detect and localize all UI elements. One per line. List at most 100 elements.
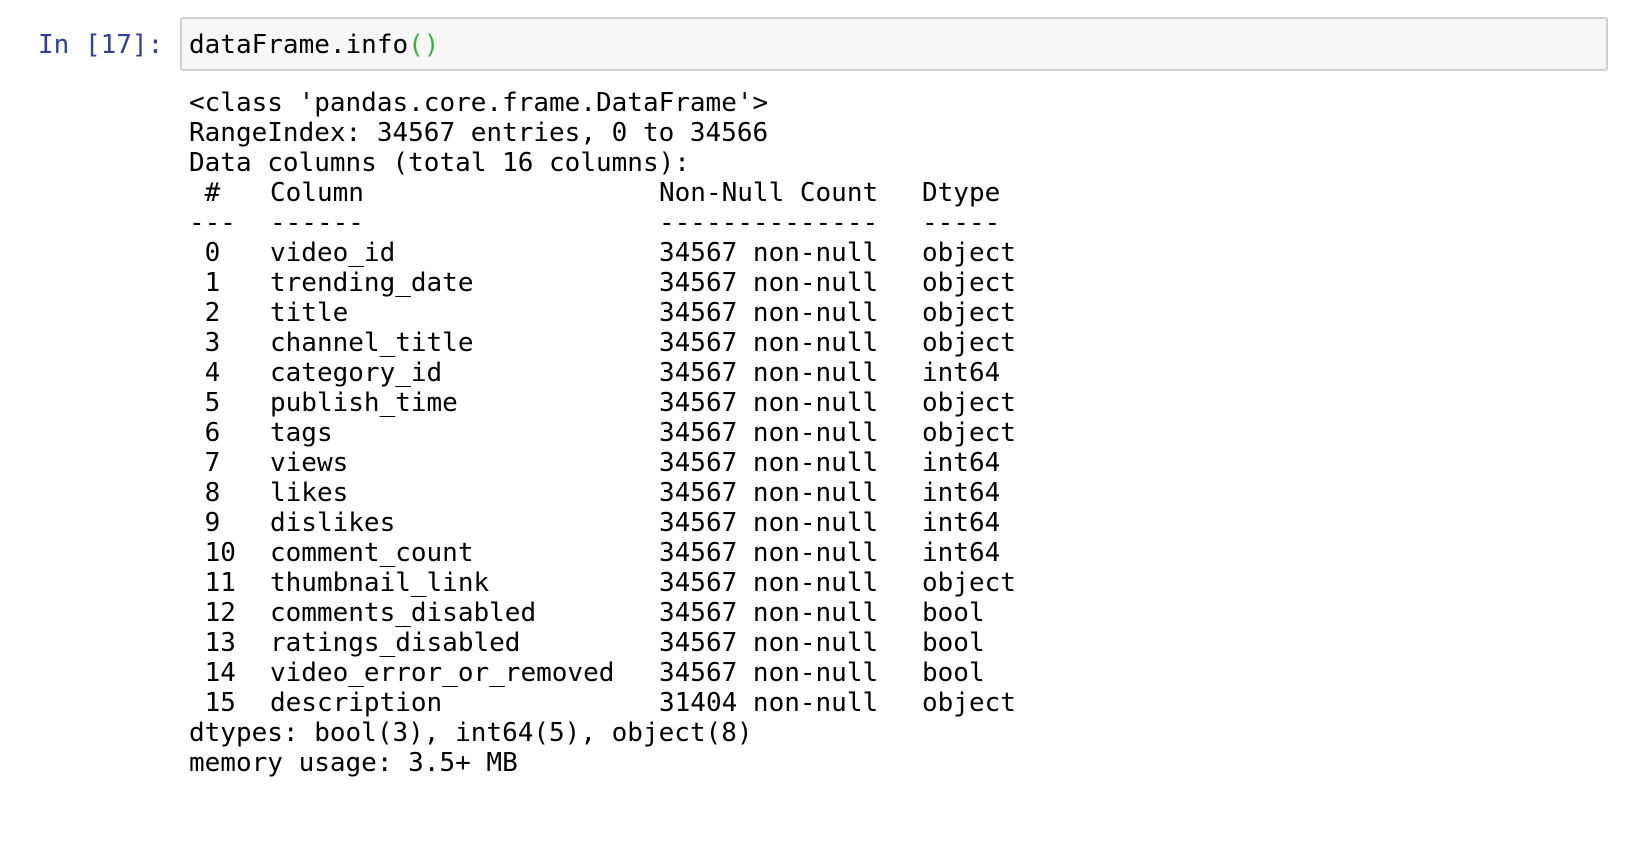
- row-dtype: int64: [922, 538, 1001, 568]
- row-index: 3: [189, 328, 221, 358]
- row-dtype: object: [922, 418, 1016, 448]
- row-dtype: object: [922, 568, 1016, 598]
- separator-index: ---: [189, 208, 236, 238]
- row-dtype: int64: [922, 358, 1001, 388]
- range-index-line: RangeIndex: 34567 entries, 0 to 34566: [189, 118, 769, 148]
- separator-count: --------------: [659, 208, 879, 238]
- row-index: 6: [189, 418, 221, 448]
- row-dtype: bool: [922, 598, 985, 628]
- row-non-null-count: 31404 non-null: [659, 688, 879, 718]
- table-header-row: # Column Non-Null Count Dtype: [189, 178, 1589, 208]
- row-column-name: video_id: [270, 238, 396, 268]
- row-dtype: object: [922, 388, 1016, 418]
- dtypes-summary-line: dtypes: bool(3), int64(5), object(8): [189, 718, 753, 748]
- output-area: <class 'pandas.core.frame.DataFrame'> Ra…: [189, 88, 1589, 778]
- table-row: 12 comments_disabled 34567 non-null bool: [189, 598, 1589, 628]
- row-index: 5: [189, 388, 221, 418]
- code-line[interactable]: dataFrame.info(): [189, 30, 439, 60]
- row-column-name: thumbnail_link: [270, 568, 490, 598]
- row-non-null-count: 34567 non-null: [659, 298, 879, 328]
- row-non-null-count: 34567 non-null: [659, 478, 879, 508]
- notebook-cell: In [17]: dataFrame.info() <class 'pandas…: [0, 0, 1626, 798]
- row-column-name: likes: [270, 478, 349, 508]
- row-non-null-count: 34567 non-null: [659, 508, 879, 538]
- table-row: 14 video_error_or_removed 34567 non-null…: [189, 658, 1589, 688]
- row-dtype: bool: [922, 658, 985, 688]
- row-index: 2: [189, 298, 221, 328]
- row-dtype: object: [922, 328, 1016, 358]
- row-dtype: int64: [922, 478, 1001, 508]
- row-index: 14: [189, 658, 236, 688]
- row-index: 10: [189, 538, 236, 568]
- table-row: 0 video_id 34567 non-null object: [189, 238, 1589, 268]
- memory-usage-line: memory usage: 3.5+ MB: [189, 748, 518, 778]
- row-non-null-count: 34567 non-null: [659, 268, 879, 298]
- row-non-null-count: 34567 non-null: [659, 598, 879, 628]
- row-index: 7: [189, 448, 221, 478]
- table-row: 11 thumbnail_link 34567 non-null object: [189, 568, 1589, 598]
- table-separator-row: --- ------ -------------- -----: [189, 208, 1589, 238]
- table-row: 4 category_id 34567 non-null int64: [189, 358, 1589, 388]
- row-index: 1: [189, 268, 221, 298]
- table-row: 5 publish_time 34567 non-null object: [189, 388, 1589, 418]
- row-non-null-count: 34567 non-null: [659, 568, 879, 598]
- row-column-name: ratings_disabled: [270, 628, 521, 658]
- row-index: 11: [189, 568, 236, 598]
- row-column-name: publish_time: [270, 388, 458, 418]
- code-input-area[interactable]: dataFrame.info(): [180, 17, 1608, 71]
- row-dtype: int64: [922, 448, 1001, 478]
- row-column-name: description: [270, 688, 443, 718]
- row-column-name: channel_title: [270, 328, 474, 358]
- row-dtype: object: [922, 298, 1016, 328]
- table-row: 6 tags 34567 non-null object: [189, 418, 1589, 448]
- separator-column: ------: [270, 208, 364, 238]
- table-row: 2 title 34567 non-null object: [189, 298, 1589, 328]
- header-dtype: Dtype: [922, 178, 1001, 208]
- row-column-name: views: [270, 448, 349, 478]
- row-non-null-count: 34567 non-null: [659, 358, 879, 388]
- row-index: 0: [189, 238, 221, 268]
- row-column-name: trending_date: [270, 268, 474, 298]
- header-index: #: [189, 178, 221, 208]
- row-non-null-count: 34567 non-null: [659, 418, 879, 448]
- row-index: 8: [189, 478, 221, 508]
- table-row: 9 dislikes 34567 non-null int64: [189, 508, 1589, 538]
- header-non-null-count: Non-Null Count: [659, 178, 879, 208]
- input-prompt: In [17]:: [38, 30, 164, 60]
- row-column-name: video_error_or_removed: [270, 658, 615, 688]
- table-row: 8 likes 34567 non-null int64: [189, 478, 1589, 508]
- table-row: 10 comment_count 34567 non-null int64: [189, 538, 1589, 568]
- header-column: Column: [270, 178, 364, 208]
- row-non-null-count: 34567 non-null: [659, 538, 879, 568]
- row-non-null-count: 34567 non-null: [659, 328, 879, 358]
- table-row: 3 channel_title 34567 non-null object: [189, 328, 1589, 358]
- row-non-null-count: 34567 non-null: [659, 388, 879, 418]
- row-column-name: category_id: [270, 358, 443, 388]
- row-dtype: object: [922, 238, 1016, 268]
- row-index: 9: [189, 508, 221, 538]
- row-dtype: object: [922, 688, 1016, 718]
- row-index: 4: [189, 358, 221, 388]
- row-index: 13: [189, 628, 236, 658]
- row-column-name: comment_count: [270, 538, 474, 568]
- row-index: 12: [189, 598, 236, 628]
- row-column-name: dislikes: [270, 508, 396, 538]
- row-non-null-count: 34567 non-null: [659, 628, 879, 658]
- class-line: <class 'pandas.core.frame.DataFrame'>: [189, 88, 769, 118]
- table-row: 7 views 34567 non-null int64: [189, 448, 1589, 478]
- code-parens: (): [408, 30, 440, 60]
- row-non-null-count: 34567 non-null: [659, 238, 879, 268]
- row-non-null-count: 34567 non-null: [659, 658, 879, 688]
- row-column-name: title: [270, 298, 349, 328]
- row-dtype: int64: [922, 508, 1001, 538]
- row-dtype: bool: [922, 628, 985, 658]
- table-rows: 0 video_id 34567 non-null object 1 trend…: [189, 238, 1589, 718]
- row-column-name: comments_disabled: [270, 598, 537, 628]
- row-column-name: tags: [270, 418, 333, 448]
- data-columns-line: Data columns (total 16 columns):: [189, 148, 690, 178]
- table-row: 15 description 31404 non-null object: [189, 688, 1589, 718]
- code-text: dataFrame.info: [189, 30, 409, 60]
- table-row: 1 trending_date 34567 non-null object: [189, 268, 1589, 298]
- row-dtype: object: [922, 268, 1016, 298]
- row-non-null-count: 34567 non-null: [659, 448, 879, 478]
